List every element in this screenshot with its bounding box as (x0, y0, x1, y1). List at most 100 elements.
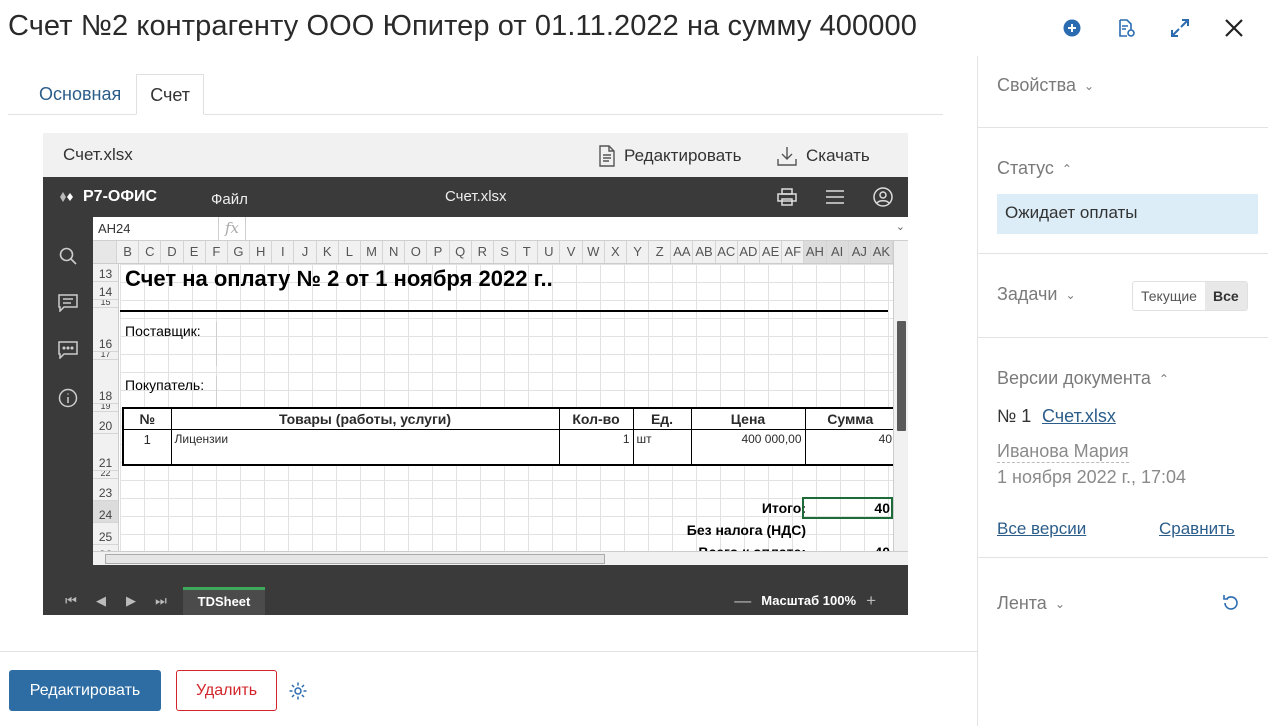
last-sheet-icon[interactable]: ⏭ (153, 593, 169, 609)
menu-icon[interactable] (824, 186, 846, 208)
row-header[interactable]: 16 (93, 308, 118, 352)
row-header[interactable]: 25 (93, 523, 118, 545)
row-header[interactable]: 20 (93, 412, 118, 434)
column-header[interactable]: N (383, 241, 406, 263)
row-header[interactable]: 14 (93, 282, 118, 300)
user-icon[interactable] (872, 186, 894, 208)
compare-link[interactable]: Сравнить (1159, 519, 1235, 539)
column-header[interactable]: H (250, 241, 273, 263)
tab-main[interactable]: Основная (8, 74, 134, 114)
select-all-corner[interactable] (93, 241, 118, 263)
gear-icon[interactable] (288, 681, 308, 701)
spreadsheet-grid[interactable]: B C D E F G H I J K L M N O P Q R S T U V W X Y Z AA AB AC AD AE AF AH A… (93, 241, 908, 565)
document-settings-icon[interactable] (1112, 14, 1140, 42)
column-header[interactable]: Y (627, 241, 650, 263)
column-header[interactable]: AK (870, 241, 894, 263)
edit-button[interactable]: Редактировать (9, 670, 161, 711)
supplier-label: Поставщик: (125, 323, 201, 339)
row-header[interactable]: 22 (93, 471, 118, 479)
buyer-label: Покупатель: (125, 377, 205, 393)
chat-icon[interactable] (57, 339, 79, 361)
column-header[interactable]: L (339, 241, 361, 263)
version-author[interactable]: Иванова Мария (997, 441, 1129, 463)
close-icon[interactable] (1220, 14, 1248, 42)
column-header[interactable]: P (427, 241, 450, 263)
column-header[interactable]: V (560, 241, 583, 263)
column-header[interactable]: W (583, 241, 605, 263)
row-header[interactable]: 21 (93, 434, 118, 471)
column-header[interactable]: AI (826, 241, 849, 263)
tasks-section-toggle[interactable]: Задачи ⌄ (997, 284, 1076, 305)
status-section-toggle[interactable]: Статус ⌃ (997, 158, 1072, 179)
column-header[interactable]: AB (693, 241, 716, 263)
version-file-link[interactable]: Счет.xlsx (1042, 406, 1116, 427)
row-header[interactable]: 15 (93, 300, 118, 308)
viewer-edit-button[interactable]: Редактировать (598, 145, 741, 167)
row-header[interactable]: 17 (93, 352, 118, 360)
column-header[interactable]: AE (760, 241, 783, 263)
column-header[interactable]: B (117, 241, 140, 263)
prev-sheet-icon[interactable]: ◀ (93, 593, 109, 609)
cell-reference-input[interactable]: AH24 (93, 217, 219, 241)
column-header[interactable]: F (206, 241, 228, 263)
column-header[interactable]: S (494, 241, 517, 263)
column-header[interactable]: M (361, 241, 384, 263)
function-icon[interactable]: fx (225, 219, 239, 237)
add-icon[interactable] (1058, 14, 1086, 42)
expand-icon[interactable] (1166, 14, 1194, 42)
row-header[interactable]: 19 (93, 404, 118, 412)
column-header[interactable]: AD (738, 241, 760, 263)
column-header[interactable]: J (294, 241, 317, 263)
zoom-in-icon[interactable]: + (866, 592, 876, 609)
comments-icon[interactable] (57, 292, 79, 314)
tab-invoice[interactable]: Счет (136, 74, 205, 115)
versions-section-toggle[interactable]: Версии документа ⌃ (997, 368, 1169, 389)
tasks-current-toggle[interactable]: Текущие (1133, 282, 1205, 310)
row-header[interactable]: 18 (93, 360, 118, 404)
row-header[interactable]: 24 (93, 501, 118, 523)
next-sheet-icon[interactable]: ▶ (123, 593, 139, 609)
column-header[interactable]: T (516, 241, 539, 263)
column-header[interactable]: R (472, 241, 494, 263)
column-header[interactable]: G (228, 241, 251, 263)
selected-cell[interactable] (802, 497, 893, 519)
scroll-thumb[interactable] (105, 554, 605, 564)
column-header[interactable]: AA (671, 241, 694, 263)
info-icon[interactable] (57, 387, 79, 409)
column-header[interactable]: AH (804, 241, 827, 263)
sheet-tab[interactable]: TDSheet (183, 587, 265, 615)
column-header[interactable]: I (272, 241, 295, 263)
column-header[interactable]: D (161, 241, 184, 263)
menu-file[interactable]: Файл (211, 191, 248, 208)
vertical-scrollbar[interactable] (893, 241, 908, 551)
column-header[interactable]: C (139, 241, 162, 263)
all-versions-link[interactable]: Все версии (997, 519, 1086, 539)
column-header[interactable]: AJ (848, 241, 871, 263)
scroll-thumb[interactable] (897, 321, 906, 431)
refresh-icon[interactable] (1221, 593, 1241, 613)
column-header[interactable]: K (317, 241, 339, 263)
horizontal-scrollbar[interactable] (93, 551, 908, 565)
column-header[interactable]: E (184, 241, 206, 263)
row-header[interactable]: 23 (93, 479, 118, 501)
first-sheet-icon[interactable]: ⏮ (63, 593, 79, 609)
chevron-down-icon[interactable]: ⌄ (896, 220, 905, 233)
column-header[interactable]: X (605, 241, 627, 263)
column-header[interactable]: AF (782, 241, 805, 263)
row-header[interactable]: 13 (93, 264, 118, 282)
tasks-all-toggle[interactable]: Все (1204, 282, 1247, 310)
feed-section-toggle[interactable]: Лента ⌄ (997, 593, 1065, 614)
zoom-out-icon[interactable]: — (734, 592, 751, 609)
search-icon[interactable] (57, 245, 79, 267)
column-header[interactable]: U (538, 241, 561, 263)
delete-button[interactable]: Удалить (176, 670, 277, 711)
properties-section-toggle[interactable]: Свойства ⌄ (997, 75, 1094, 96)
column-header[interactable]: Q (450, 241, 472, 263)
cell-grid[interactable]: Счет на оплату № 2 от 1 ноября 2022 г.. … (120, 264, 897, 564)
viewer-download-button[interactable]: Скачать (776, 145, 870, 167)
formula-bar: AH24 fx ⌄ (93, 217, 908, 241)
column-header[interactable]: AC (716, 241, 738, 263)
column-header[interactable]: Z (649, 241, 672, 263)
column-header[interactable]: O (405, 241, 428, 263)
print-icon[interactable] (776, 186, 798, 208)
